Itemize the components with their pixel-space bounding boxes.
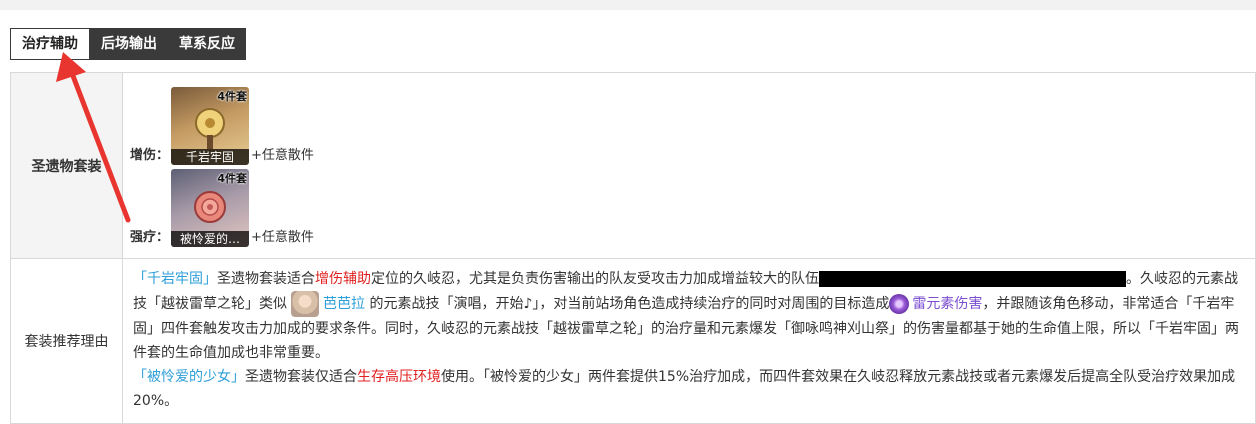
set-option-extra: +任意散件 — [251, 229, 314, 245]
tab-dendro-reaction[interactable]: 草系反应 — [168, 28, 246, 60]
set-option-heal: 强疗： 4件套 被怜爱的… +任意散件 — [130, 168, 1254, 247]
set-option-damage: 增伤： 4件套 千岩牢固 +任意散件 — [130, 86, 1254, 165]
tab-backline-dps[interactable]: 后场输出 — [90, 28, 168, 60]
highlight-text: 生存高压环境 — [357, 369, 441, 385]
text-span: 的元素战技「演唱，开始♪」，对当前站场角色造成持续治疗的同时对周围的目标造成 — [369, 296, 890, 312]
artifact-set-label: 圣遗物套装 — [10, 72, 123, 259]
recommend-reason-label: 套装推荐理由 — [10, 258, 123, 424]
recommend-reason-text: 「千岩牢固」圣遗物套装适合增伤辅助定位的久岐忍，尤其是负责伤害输出的队友受攻击力… — [122, 258, 1256, 424]
electro-damage-link[interactable]: 雷元素伤害 — [912, 296, 982, 312]
set-option-key: 增伤： — [130, 147, 170, 163]
table-row: 圣遗物套装 增伤： 4件套 千岩牢固 +任意散件 强疗： 4件套 被怜爱的… +… — [10, 72, 1256, 259]
electro-orb-icon — [889, 294, 910, 314]
set-option-key: 强疗： — [130, 229, 170, 245]
set-link-maiden[interactable]: 「被怜爱的少女」 — [133, 369, 245, 385]
set-count-badge: 4件套 — [217, 171, 248, 185]
tab-bar: 治疗辅助 后场输出 草系反应 — [10, 28, 246, 60]
tab-healing-support[interactable]: 治疗辅助 — [10, 28, 90, 60]
reason-paragraph-2: 「被怜爱的少女」圣遗物套装仅适合生存高压环境使用。「被怜爱的少女」两件套提供15… — [133, 365, 1247, 413]
artifact-set-cell: 增伤： 4件套 千岩牢固 +任意散件 强疗： 4件套 被怜爱的… +任意散件 — [122, 72, 1256, 259]
set-link-tenacity[interactable]: 「千岩牢固」 — [133, 271, 217, 287]
redacted-block — [819, 271, 1126, 287]
artifact-name: 千岩牢固 — [171, 148, 250, 165]
table-row: 套装推荐理由 「千岩牢固」圣遗物套装适合增伤辅助定位的久岐忍，尤其是负责伤害输出… — [10, 258, 1256, 424]
barbara-avatar-icon[interactable] — [291, 291, 319, 317]
set-option-extra: +任意散件 — [251, 147, 314, 163]
text-span: 定位的久岐忍，尤其是负责伤害输出的队友受攻击力加成增益较大的队伍 — [371, 271, 819, 287]
artifact-tenacity-icon[interactable]: 4件套 千岩牢固 — [171, 86, 250, 165]
flower-icon — [195, 107, 226, 149]
rose-icon — [194, 190, 227, 223]
text-span: 圣遗物套装仅适合 — [245, 369, 357, 385]
set-count-badge: 4件套 — [217, 89, 248, 103]
artifact-maiden-icon[interactable]: 4件套 被怜爱的… — [171, 168, 250, 247]
artifact-name: 被怜爱的… — [171, 230, 250, 247]
build-table: 圣遗物套装 增伤： 4件套 千岩牢固 +任意散件 强疗： 4件套 被怜爱的… +… — [10, 72, 1256, 424]
top-band — [0, 0, 1256, 10]
highlight-text: 增伤辅助 — [315, 271, 371, 287]
text-span: 圣遗物套装适合 — [217, 271, 315, 287]
reason-paragraph-1: 「千岩牢固」圣遗物套装适合增伤辅助定位的久岐忍，尤其是负责伤害输出的队友受攻击力… — [133, 267, 1247, 365]
character-link-barbara[interactable]: 芭芭拉 — [323, 296, 365, 312]
